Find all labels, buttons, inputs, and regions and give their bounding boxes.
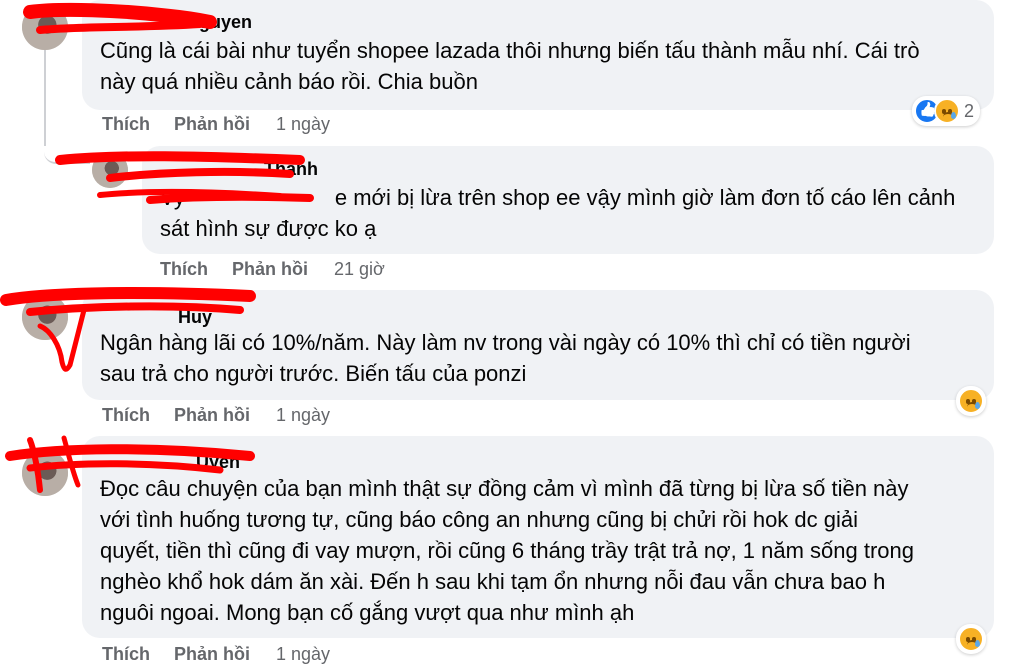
comment-text: Đọc câu chuyện của bạn mình thật sự đồng… (100, 476, 915, 625)
comment-author[interactable]: Uyen (196, 452, 240, 473)
reply-button[interactable]: Phản hồi (232, 259, 308, 280)
avatar[interactable] (92, 152, 128, 188)
like-button[interactable]: Thích (102, 405, 150, 426)
comment-timestamp[interactable]: 1 ngày (276, 644, 330, 665)
avatar[interactable] (22, 450, 68, 496)
like-button[interactable]: Thích (102, 644, 150, 665)
reply-button[interactable]: Phản hồi (174, 405, 250, 426)
reply-button[interactable]: Phản hồi (174, 114, 250, 135)
comment-bubble: Nguyen Cũng là cái bài như tuyển shopee … (82, 0, 994, 110)
comment-text: Cũng là cái bài như tuyển shopee lazada … (100, 38, 920, 94)
comment-actions: Thích Phản hồi 1 ngày (102, 405, 330, 426)
comment-bubble: Huy Ngân hàng lãi có 10%/năm. Này làm nv… (82, 290, 994, 400)
sad-icon (958, 626, 984, 652)
reaction-summary[interactable] (956, 624, 986, 654)
comment-text: Vy e mới bị lừa trên shop ee vậy mình giờ… (160, 185, 956, 241)
comment-author[interactable]: Nguyen (186, 12, 252, 33)
comment-bubble: Uyen Đọc câu chuyện của bạn mình thật sự… (82, 436, 994, 638)
like-button[interactable]: Thích (160, 259, 208, 280)
comment-author[interactable]: Huy (178, 307, 212, 328)
sad-icon (958, 388, 984, 414)
comment-author[interactable]: Thanh (264, 159, 318, 180)
comment-timestamp[interactable]: 1 ngày (276, 405, 330, 426)
comment-actions: Thích Phản hồi 1 ngày (102, 644, 330, 665)
comment-text: Ngân hàng lãi có 10%/năm. Này làm nv tro… (100, 330, 911, 386)
comment-timestamp[interactable]: 21 giờ (334, 259, 385, 280)
comment-actions: Thích Phản hồi 21 giờ (160, 259, 385, 280)
avatar[interactable] (22, 294, 68, 340)
comment-bubble: Thanh Vy e mới bị lừa trên shop ee vậy mì… (142, 146, 994, 254)
comment-timestamp[interactable]: 1 ngày (276, 114, 330, 135)
sad-icon (934, 98, 960, 124)
like-button[interactable]: Thích (102, 114, 150, 135)
reaction-summary[interactable] (956, 386, 986, 416)
reply-button[interactable]: Phản hồi (174, 644, 250, 665)
reaction-summary[interactable]: 2 (912, 96, 981, 126)
thread-connector (44, 130, 90, 164)
avatar[interactable] (22, 4, 68, 50)
reaction-count: 2 (964, 100, 975, 121)
comment-actions: Thích Phản hồi 1 ngày (102, 114, 330, 135)
